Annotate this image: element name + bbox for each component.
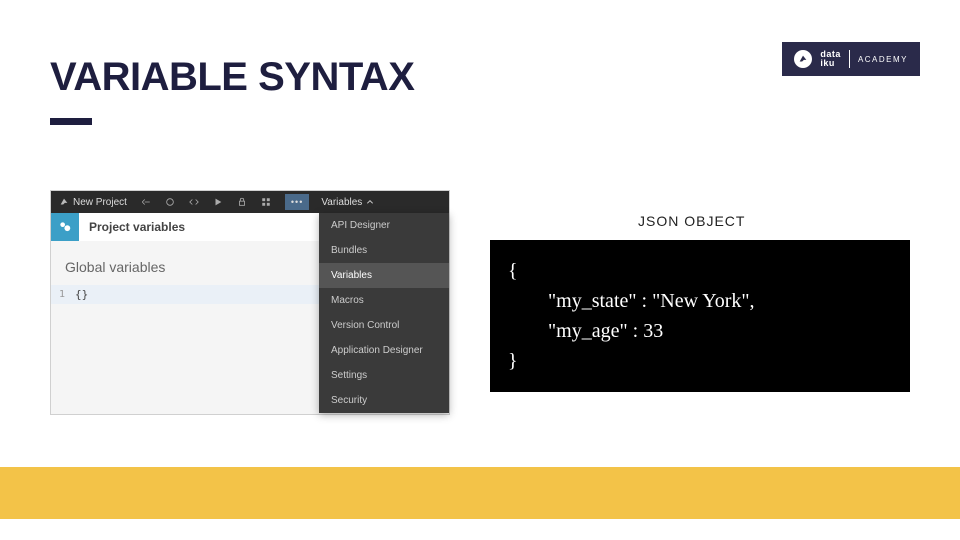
circle-icon[interactable] (165, 197, 175, 207)
decorative-footer-bar (0, 467, 960, 519)
play-icon[interactable] (213, 197, 223, 207)
bird-icon (59, 197, 69, 207)
json-code-block: { "my_state" : "New York", "my_age" : 33… (490, 240, 910, 392)
dropdown-item-api-designer[interactable]: API Designer (319, 213, 449, 238)
project-name-text: New Project (73, 197, 127, 208)
line-number: 1 (59, 289, 75, 300)
dropdown-item-macros[interactable]: Macros (319, 288, 449, 313)
dropdown-item-settings[interactable]: Settings (319, 363, 449, 388)
json-object-label: JSON OBJECT (638, 213, 745, 229)
dropdown-item-version-control[interactable]: Version Control (319, 313, 449, 338)
dropdown-item-application-designer[interactable]: Application Designer (319, 338, 449, 363)
app-screenshot: New Project ••• Variables Project variab… (50, 190, 450, 415)
project-variables-title: Project variables (89, 220, 185, 234)
more-menu-trigger[interactable]: ••• (285, 194, 309, 210)
flow-icon[interactable] (141, 197, 151, 207)
dropdown-item-bundles[interactable]: Bundles (319, 238, 449, 263)
gear-cluster-icon (51, 213, 79, 241)
title-underline (50, 118, 92, 125)
page-title: VARIABLE SYNTAX (50, 55, 414, 100)
grid-icon[interactable] (261, 197, 271, 207)
more-dropdown-menu: API Designer Bundles Variables Macros Ve… (319, 213, 449, 413)
variables-tab[interactable]: Variables (311, 191, 384, 213)
brand-name: data iku (820, 50, 841, 68)
chevron-up-icon (366, 198, 374, 206)
code-icon[interactable] (189, 197, 199, 207)
lock-icon[interactable] (237, 197, 247, 207)
logo-divider (849, 50, 850, 68)
dropdown-item-variables[interactable]: Variables (319, 263, 449, 288)
academy-label: ACADEMY (858, 55, 908, 64)
project-name-label[interactable]: New Project (59, 197, 127, 208)
app-toolbar: New Project ••• Variables (51, 191, 449, 213)
variables-tab-label: Variables (321, 197, 362, 208)
dropdown-item-security[interactable]: Security (319, 388, 449, 413)
brand-logo-badge: data iku ACADEMY (782, 42, 920, 76)
brand-line-2: iku (820, 59, 841, 68)
bird-icon (794, 50, 812, 68)
code-content: {} (75, 288, 88, 301)
